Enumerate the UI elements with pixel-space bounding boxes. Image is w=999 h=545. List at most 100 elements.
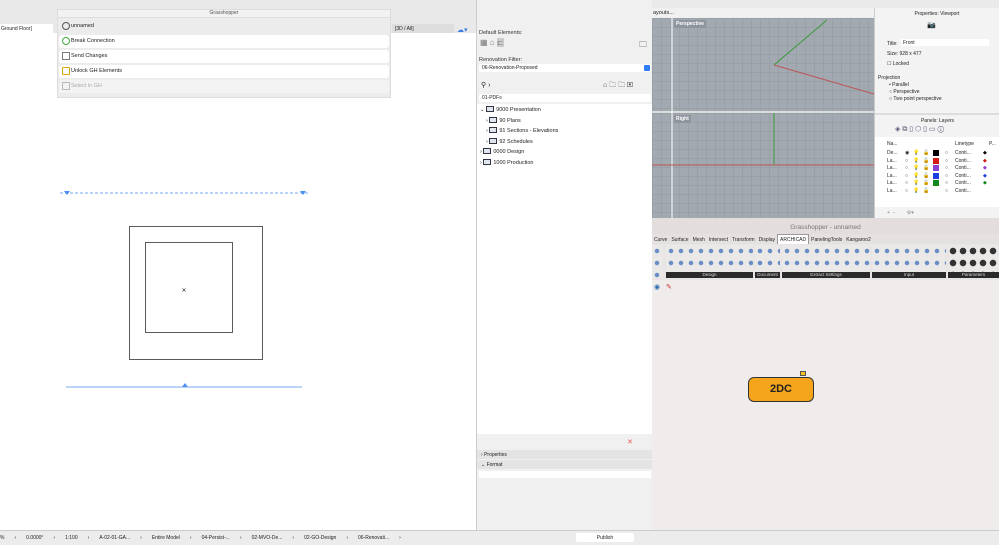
material-icon[interactable]: ○ xyxy=(945,165,948,171)
send-changes-button[interactable]: Send Changes xyxy=(59,50,389,63)
print-color-icon[interactable]: ◆ xyxy=(983,150,987,156)
current-radio[interactable]: ○ xyxy=(905,158,908,164)
material-icon[interactable]: ○ xyxy=(945,180,948,186)
tree-item[interactable]: ⌄ 9000 Presentation xyxy=(477,104,653,115)
print-color-icon[interactable]: ◆ xyxy=(983,165,987,171)
paint-icon[interactable]: ✎ xyxy=(666,284,672,291)
format-section[interactable]: ⌄ Format xyxy=(477,460,653,469)
material-icon[interactable]: ○ xyxy=(945,158,948,164)
linetype[interactable]: Conti... xyxy=(955,150,971,156)
print-color-icon[interactable]: ◆ xyxy=(983,188,987,194)
lock-icon[interactable]: 🔓 xyxy=(923,180,929,186)
title-input[interactable]: Front xyxy=(901,39,989,46)
linetype[interactable]: Conti... xyxy=(955,158,971,164)
status-item[interactable]: 02-GO-Design xyxy=(304,535,336,541)
layer-color-swatch[interactable] xyxy=(933,180,939,186)
linetype[interactable]: Conti... xyxy=(955,165,971,171)
current-radio[interactable]: ○ xyxy=(905,173,908,179)
add-remove-layer[interactable]: + − ⚙▾ xyxy=(887,210,914,216)
bulb-icon[interactable]: 💡 xyxy=(913,165,919,171)
component-group[interactable]: Design xyxy=(666,245,753,278)
print-color-icon[interactable]: ◆ xyxy=(983,158,987,164)
layer-row[interactable]: La... ○ 💡 🔓 ○ Conti... ◆ xyxy=(887,187,999,195)
folder-open-icon[interactable]: 🗀 xyxy=(639,39,647,53)
material-icon[interactable]: ○ xyxy=(945,188,948,194)
lock-icon[interactable]: 🔓 xyxy=(923,173,929,179)
component-group[interactable]: Document xyxy=(755,245,780,278)
publish-button[interactable]: Publish xyxy=(576,533,634,542)
current-radio[interactable]: ○ xyxy=(905,165,908,171)
radio-parallel[interactable]: • Parallel xyxy=(889,82,909,88)
tab-ground-floor[interactable]: Ground Floor] xyxy=(0,24,53,34)
layer-row[interactable]: La... ○ 💡 🔓 ○ Conti... ◆ xyxy=(887,172,999,180)
layouts-bar[interactable]: ayouts... xyxy=(652,8,874,18)
bulb-icon[interactable]: 💡 xyxy=(913,158,919,164)
unlock-gh-elements-button[interactable]: Unlock GH Elements xyxy=(59,65,389,78)
status-item[interactable]: 0.0000° xyxy=(26,535,43,541)
current-radio[interactable]: ○ xyxy=(905,188,908,194)
locked-checkbox[interactable]: ☐ Locked xyxy=(887,61,909,67)
default-element-icons[interactable]: ▦ ⌂ ⊏ xyxy=(480,38,504,47)
cloud-icon[interactable]: ☁▾ xyxy=(457,26,468,34)
tree-item[interactable]: › 91 Sections - Elevations xyxy=(477,125,653,136)
linetype[interactable]: Conti... xyxy=(955,173,971,179)
layer-color-swatch[interactable] xyxy=(933,165,939,171)
2dc-component[interactable]: 2DC xyxy=(748,377,814,402)
layer-color-swatch[interactable] xyxy=(933,187,939,194)
current-radio[interactable]: ◉ xyxy=(905,150,909,156)
eye-icon[interactable]: ◉ xyxy=(654,284,660,291)
component-group[interactable] xyxy=(652,245,663,278)
lock-icon[interactable]: 🔓 xyxy=(923,188,929,194)
close-icon[interactable]: ✕ xyxy=(627,438,633,446)
format-select[interactable] xyxy=(479,471,651,478)
layer-row[interactable]: La... ○ 💡 🔓 ○ Conti... ◆ xyxy=(887,157,999,165)
publisher-set-select[interactable]: 01-PDFs xyxy=(479,94,651,102)
tab-3d-all[interactable]: [3D / All] xyxy=(392,24,454,33)
component-group[interactable]: Extract Settings xyxy=(782,245,870,278)
status-item[interactable]: A-02-01-GA... xyxy=(99,535,130,541)
material-icon[interactable]: ○ xyxy=(945,150,948,156)
status-item[interactable]: 02-MVO-De... xyxy=(252,535,283,541)
status-item[interactable]: 04-Persist-... xyxy=(202,535,230,541)
lock-icon[interactable]: 🔓 xyxy=(923,158,929,164)
linetype[interactable]: Conti... xyxy=(955,180,971,186)
perspective-viewport[interactable]: Perspective xyxy=(652,18,874,113)
status-item[interactable]: 06-Renovati... xyxy=(358,535,389,541)
radio-perspective[interactable]: ○ Perspective xyxy=(889,89,920,95)
tree-item[interactable]: › 90 Plans xyxy=(477,115,653,126)
layer-color-swatch[interactable] xyxy=(933,157,939,164)
navigator-mode-button[interactable]: ⚲ › xyxy=(481,81,490,89)
bulb-icon[interactable]: 💡 xyxy=(913,180,919,186)
right-viewport[interactable]: Right xyxy=(652,113,874,218)
camera-icon[interactable]: 📷 xyxy=(927,21,936,29)
layer-row[interactable]: La... ○ 💡 🔓 ○ Conti... ◆ xyxy=(887,180,999,187)
layer-color-swatch[interactable] xyxy=(933,172,939,179)
status-item[interactable]: % xyxy=(0,535,4,541)
component-group[interactable]: Input xyxy=(872,245,946,278)
current-radio[interactable]: ○ xyxy=(905,180,908,186)
layer-row[interactable]: La... ○ 💡 🔓 ○ Conti... ◆ xyxy=(887,165,999,172)
radio-two-point[interactable]: ○ Two point perspective xyxy=(889,96,942,102)
properties-section[interactable]: › Properties xyxy=(477,450,653,459)
bulb-icon[interactable]: 💡 xyxy=(913,188,919,194)
select-in-gh-button[interactable]: Select in GH xyxy=(59,80,389,93)
status-item[interactable]: Entire Model xyxy=(152,535,180,541)
status-item[interactable]: 1:100 xyxy=(65,535,78,541)
component-group[interactable]: Parameters xyxy=(948,245,999,278)
print-color-icon[interactable]: ◆ xyxy=(983,173,987,179)
bulb-icon[interactable]: 💡 xyxy=(913,150,919,156)
lock-icon[interactable]: 🔓 xyxy=(923,165,929,171)
tree-item[interactable]: › 0000 Design xyxy=(477,146,653,157)
linetype[interactable]: Conti... xyxy=(955,188,971,194)
renovation-filter-select[interactable]: 06-Renovation-Proposed xyxy=(479,64,651,72)
tree-item[interactable]: › 92 Schedules xyxy=(477,136,653,147)
lock-icon[interactable]: 🔓 xyxy=(923,150,929,156)
layer-row[interactable]: De... ◉ 💡 🔓 ○ Conti... ◆ xyxy=(887,150,999,157)
publisher-icons[interactable]: ⌂ 🗀 🗀 ▣ xyxy=(603,81,633,92)
layer-color-swatch[interactable] xyxy=(933,150,939,156)
break-connection-button[interactable]: Break Connection xyxy=(59,35,389,48)
floor-plan-canvas[interactable] xyxy=(0,33,476,530)
bulb-icon[interactable]: 💡 xyxy=(913,173,919,179)
layer-panel-icons[interactable]: ◈ ⧉ ▯ ⬡ ▯ ▭ ⓘ xyxy=(895,125,944,134)
rhino-toolbar[interactable] xyxy=(652,0,999,8)
